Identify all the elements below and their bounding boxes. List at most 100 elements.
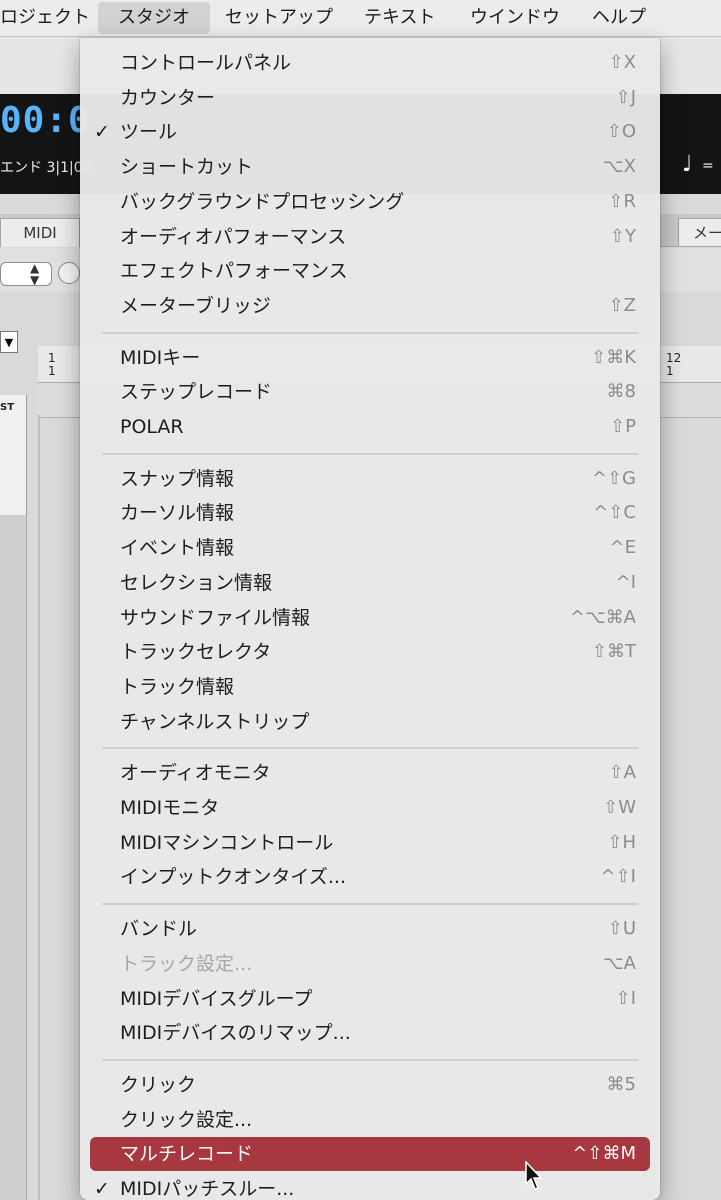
menu-item-label: カウンター	[120, 86, 216, 109]
menu-item-label: ショートカット	[120, 156, 254, 179]
menu-item-label: イベント情報	[120, 537, 235, 560]
menu-item[interactable]: バックグラウンドプロセッシング ⇧R	[90, 185, 650, 219]
menu-item-shortcut: ⇧⌘T	[591, 641, 636, 663]
menu-item[interactable]: ✓ ツール ⇧O	[90, 115, 650, 149]
studio-dropdown-menu: コントロールパネル ⇧X カウンター ⇧J ✓ ツール ⇧O ショートカット ⌥X バックグラウン…	[80, 38, 660, 1200]
menu-separator	[102, 452, 638, 455]
menu-item-shortcut: ⇧O	[606, 121, 636, 143]
menu-item-label: トラック情報	[120, 675, 235, 698]
menu-item[interactable]: マルチレコード ^⇧⌘M	[90, 1137, 650, 1172]
menu-item[interactable]: セレクション情報 ^I	[90, 566, 650, 600]
menu-item-shortcut: ⇧U	[607, 918, 636, 940]
mouse-pointer-icon	[525, 1161, 543, 1190]
menu-item-label: POLAR	[120, 416, 184, 438]
menu-item-label: カーソル情報	[120, 502, 235, 525]
menu-item[interactable]: カーソル情報 ^⇧C	[90, 496, 650, 530]
menu-item-label: MIDIキー	[120, 346, 201, 369]
menu-item[interactable]: ✓ MIDIパッチスルー...	[90, 1172, 650, 1200]
menu-item-label: コントロールパネル	[120, 52, 292, 74]
menu-item-label: クリック設定...	[120, 1108, 253, 1131]
menu-item[interactable]: POLAR ⇧P	[90, 410, 650, 444]
menu-item-label: MIDIマシンコントロール	[120, 831, 334, 854]
st-label: ST	[0, 402, 15, 413]
menu-item-label: MIDIモニタ	[120, 797, 220, 819]
menu-item: トラック設定... ⌥A	[90, 947, 650, 981]
menu-item-shortcut: ⌥X	[602, 156, 636, 178]
menu-item[interactable]: サウンドファイル情報 ^⌥⌘A	[90, 601, 650, 635]
menu-item-shortcut: ⇧Z	[608, 294, 636, 316]
menu-separator	[102, 747, 638, 750]
menu-item-label: セレクション情報	[120, 571, 273, 594]
menu-item[interactable]: MIDIマシンコントロール ⇧H	[90, 826, 650, 860]
menu-item-shortcut: ⌘5	[606, 1073, 636, 1095]
menu-help[interactable]: ヘルプ	[592, 0, 646, 36]
menu-item[interactable]: バンドル ⇧U	[90, 912, 650, 946]
menu-item-label: マルチレコード	[120, 1143, 254, 1166]
end-position-label: エンド 3|1|00	[0, 160, 92, 176]
menu-item-label: バックグラウンドプロセッシング	[120, 190, 405, 213]
timecode-display: 00:0	[0, 100, 91, 141]
menu-project[interactable]: ロジェクト	[0, 0, 90, 36]
menu-item-label: スナップ情報	[120, 467, 235, 490]
menu-studio[interactable]: スタジオ	[98, 2, 210, 34]
menu-item-shortcut: ⇧R	[608, 190, 636, 212]
menu-item-label: チャンネルストリップ	[120, 710, 310, 733]
menu-item[interactable]: トラック情報	[90, 670, 650, 704]
menu-item[interactable]: ステップレコード ⌘8	[90, 375, 650, 409]
menu-item[interactable]: カウンター ⇧J	[90, 81, 650, 115]
menu-window[interactable]: ウインドウ	[470, 0, 560, 36]
menu-item[interactable]: MIDIデバイスグループ ⇧I	[90, 982, 650, 1016]
menu-item-shortcut: ^⇧I	[600, 866, 636, 888]
menu-item-label: クリック	[120, 1073, 197, 1096]
menu-item-shortcut: ⇧W	[603, 797, 636, 818]
tab-meter[interactable]: メー	[678, 218, 721, 246]
tab-midi[interactable]: MIDI	[0, 218, 80, 247]
column-divider	[38, 415, 40, 1200]
menu-item-shortcut: ⇧I	[615, 987, 636, 1009]
menu-item[interactable]: クリック ⌘5	[90, 1068, 650, 1102]
value-field[interactable]	[0, 262, 52, 286]
menu-item[interactable]: エフェクトパフォーマンス	[90, 254, 650, 288]
menu-item-shortcut: ⇧⌘K	[591, 346, 636, 368]
knob[interactable]	[58, 262, 80, 284]
menu-item[interactable]: MIDIモニタ ⇧W	[90, 791, 650, 825]
checkmark-icon: ✓	[94, 1178, 110, 1200]
menu-item[interactable]: チャンネルストリップ	[90, 705, 650, 739]
menu-item[interactable]: オーディオパフォーマンス ⇧Y	[90, 220, 650, 254]
menu-item-shortcut: ^⇧G	[591, 467, 636, 489]
menu-item[interactable]: イベント情報 ^E	[90, 531, 650, 565]
menu-item-shortcut: ^E	[609, 537, 636, 559]
menu-item[interactable]: スナップ情報 ^⇧G	[90, 462, 650, 496]
menu-item[interactable]: クリック設定...	[90, 1103, 650, 1137]
menu-item[interactable]: MIDIデバイスのリマップ...	[90, 1016, 650, 1050]
menu-item-shortcut: ⇧J	[615, 86, 636, 108]
menu-item[interactable]: MIDIキー ⇧⌘K	[90, 341, 650, 375]
stepper-arrows-icon[interactable]: ▲ ▼	[30, 262, 39, 286]
menu-item[interactable]: ショートカット ⌥X	[90, 150, 650, 184]
menu-separator	[102, 331, 638, 334]
menu-item-label: エフェクトパフォーマンス	[120, 260, 348, 283]
dropdown-arrow-icon[interactable]: ▼	[0, 331, 18, 353]
menu-item[interactable]: コントロールパネル ⇧X	[90, 46, 650, 80]
menu-item-label: インプットクオンタイズ...	[120, 866, 346, 889]
checkmark-icon: ✓	[94, 121, 110, 144]
menu-item[interactable]: オーディオモニタ ⇧A	[90, 756, 650, 790]
menu-item-label: MIDIデバイスのリマップ...	[120, 1022, 351, 1045]
menu-setup[interactable]: セットアップ	[225, 0, 333, 36]
menu-item-shortcut: ⌥A	[602, 952, 636, 974]
menu-item-shortcut: ⇧X	[608, 52, 636, 73]
menu-text[interactable]: テキスト	[364, 0, 435, 36]
menu-item[interactable]: メーターブリッジ ⇧Z	[90, 289, 650, 323]
menu-item-shortcut: ⇧H	[607, 831, 636, 853]
menu-item-shortcut: ⇧A	[608, 762, 636, 784]
menu-item-label: MIDIパッチスルー...	[120, 1178, 295, 1200]
menu-item[interactable]: トラックセレクタ ⇧⌘T	[90, 635, 650, 669]
menu-item[interactable]: インプットクオンタイズ... ^⇧I	[90, 860, 650, 894]
menu-item-shortcut: ^⇧C	[593, 502, 636, 524]
menu-item-label: トラックセレクタ	[120, 641, 272, 664]
menu-item-shortcut: ^⇧⌘M	[572, 1143, 636, 1165]
menu-separator	[102, 903, 638, 906]
ruler-beat-1: 1	[48, 364, 56, 378]
menu-item-shortcut: ⇧Y	[609, 225, 636, 247]
menu-item-label: オーディオモニタ	[120, 762, 271, 785]
